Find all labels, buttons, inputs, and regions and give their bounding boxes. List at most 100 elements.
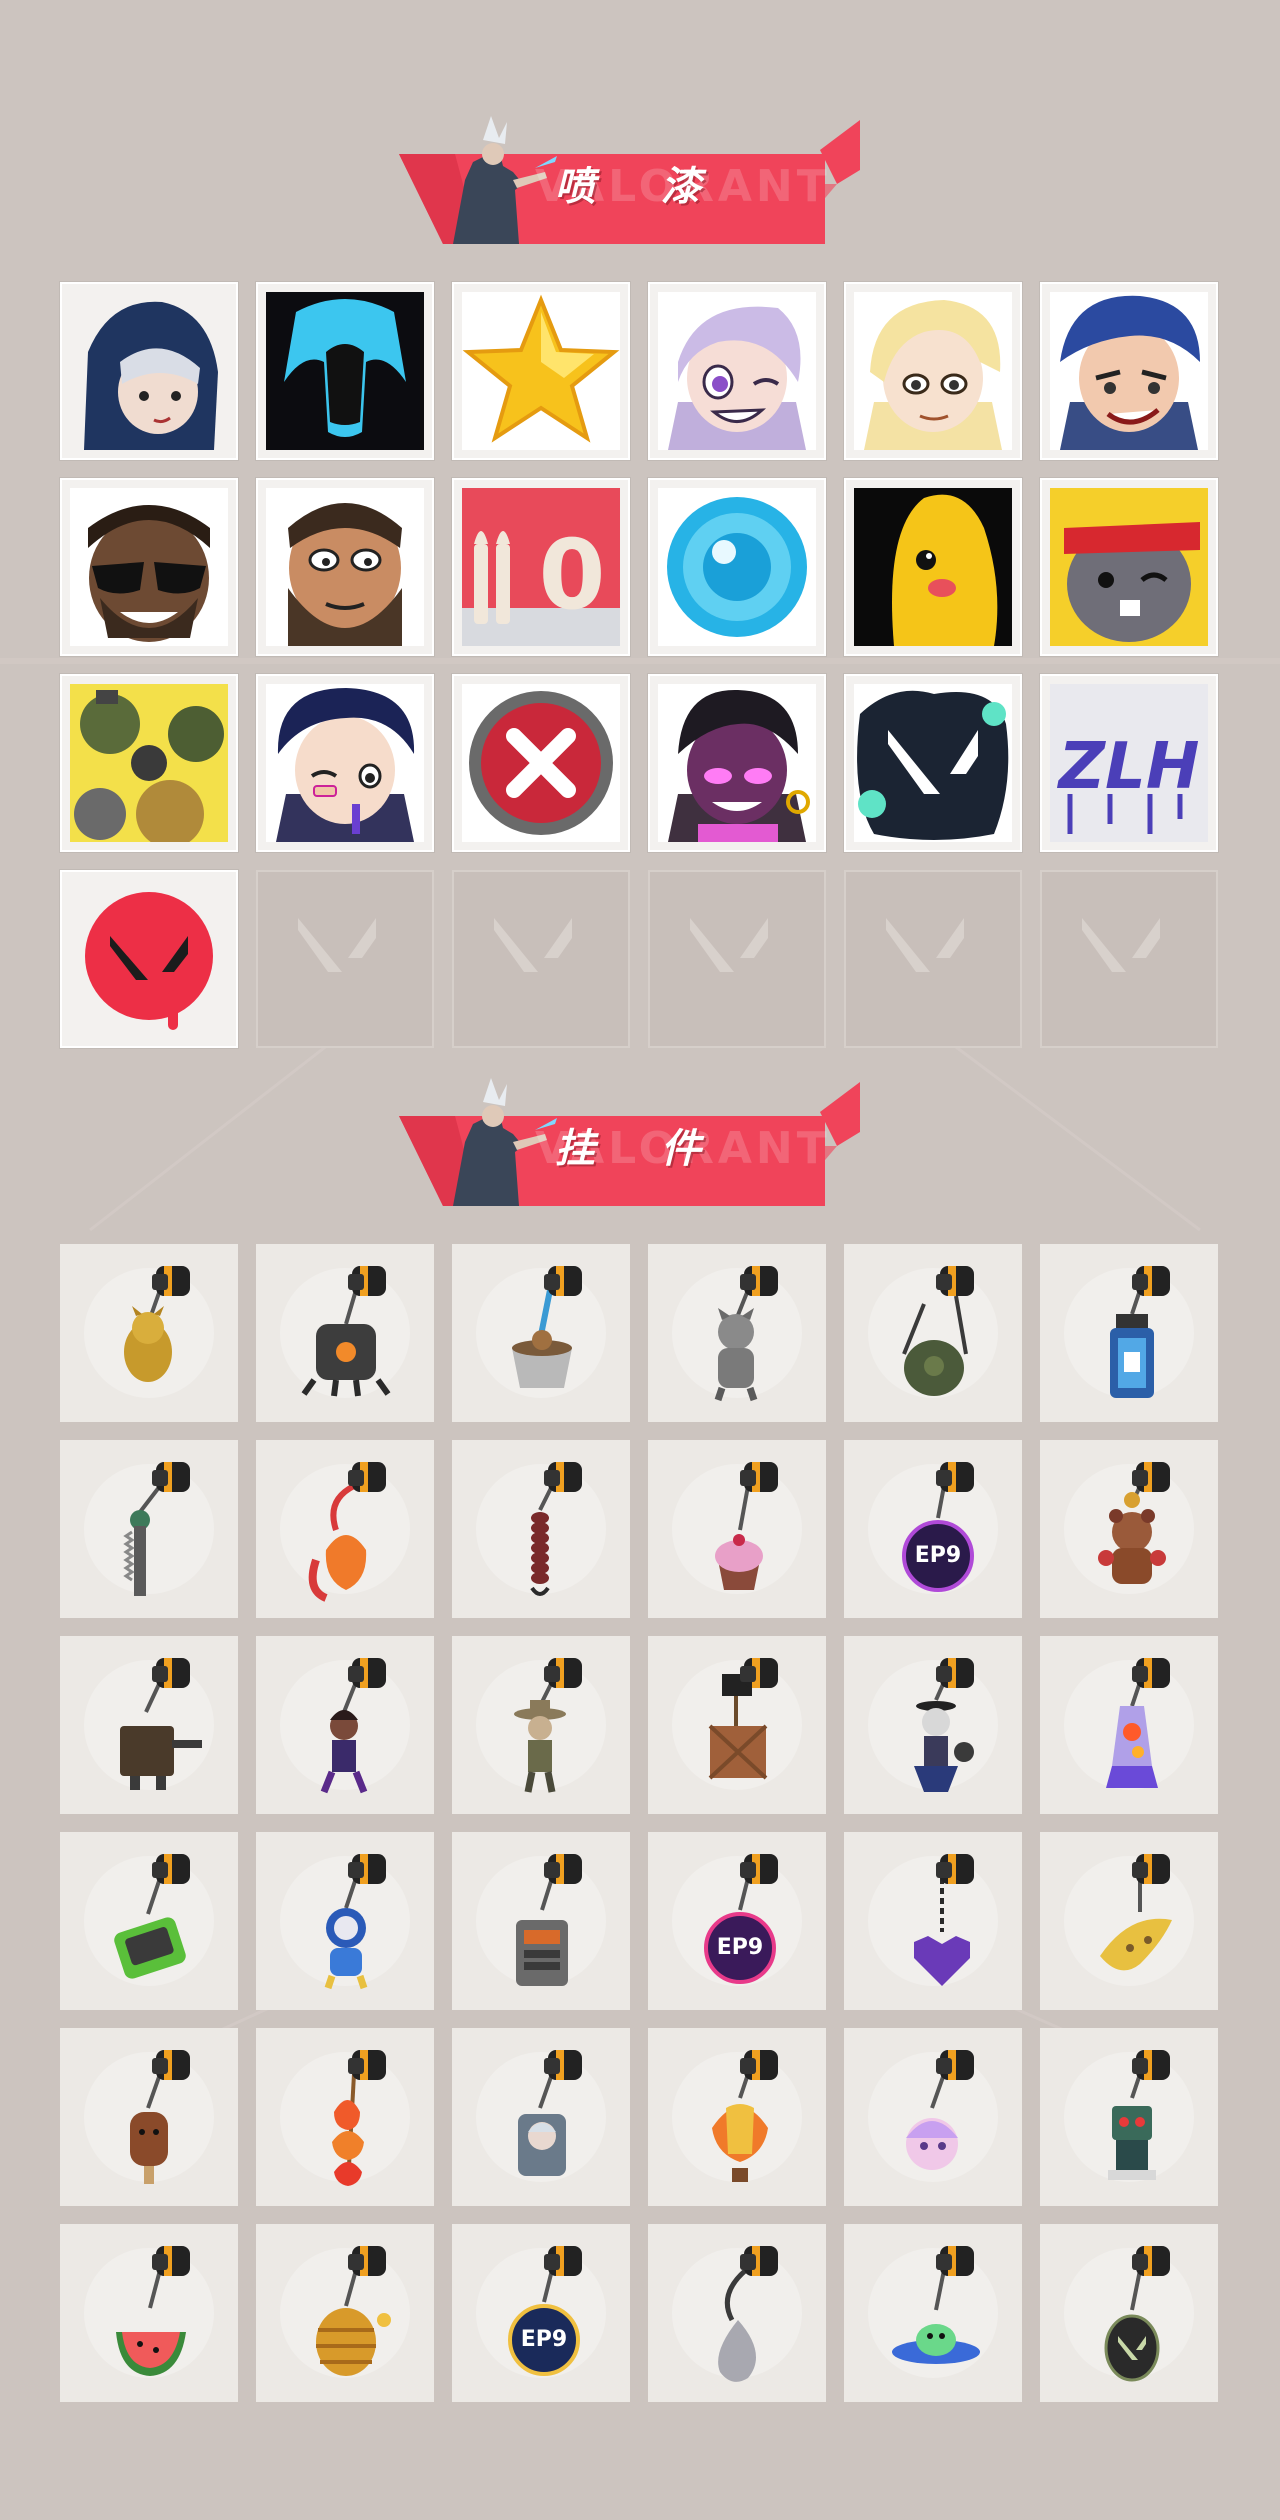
spray-slot[interactable]: 0 bbox=[452, 478, 630, 656]
buddy-slot[interactable] bbox=[648, 2224, 826, 2402]
buddy-slot[interactable] bbox=[1040, 1244, 1218, 1422]
buddy-slot[interactable] bbox=[452, 1832, 630, 2010]
spray-slot[interactable] bbox=[256, 282, 434, 460]
buddy-slot[interactable] bbox=[256, 1440, 434, 1618]
buddy-slot[interactable] bbox=[648, 2028, 826, 2206]
buddies-section-header: VALORANT 挂 件 bbox=[395, 1072, 860, 1206]
spray-slot[interactable] bbox=[1040, 282, 1218, 460]
buddy-clip-icon bbox=[1132, 1266, 1170, 1296]
spray-slot[interactable] bbox=[648, 282, 826, 460]
empty-spray-slot[interactable] bbox=[256, 870, 434, 1048]
spray-slot[interactable] bbox=[648, 674, 826, 852]
buddy-clip-icon bbox=[740, 1462, 778, 1492]
buddy-slot[interactable]: EP9 bbox=[452, 2224, 630, 2402]
buddy-clip-icon bbox=[152, 1854, 190, 1884]
buddy-slot[interactable] bbox=[60, 1636, 238, 1814]
blue-mask-spray-icon bbox=[266, 292, 424, 450]
spray-slot[interactable] bbox=[452, 282, 630, 460]
buddy-clip-icon bbox=[544, 1658, 582, 1688]
buddy-slot[interactable] bbox=[60, 1832, 238, 2010]
buddy-clip-icon bbox=[152, 2050, 190, 2080]
empty-slot-icon bbox=[650, 872, 824, 1034]
winking-girl-spray-icon bbox=[658, 292, 816, 450]
grenade-pile-spray-icon bbox=[70, 684, 228, 842]
red-x-spray-icon bbox=[462, 684, 620, 842]
svg-text:EP9: EP9 bbox=[521, 2327, 567, 2352]
buddy-clip-icon bbox=[936, 2246, 974, 2276]
glowing-eyes-agent-spray-icon bbox=[658, 684, 816, 842]
svg-text:ZLH: ZLH bbox=[1057, 730, 1200, 804]
buddy-slot[interactable] bbox=[256, 1636, 434, 1814]
empty-spray-slot[interactable] bbox=[1040, 870, 1218, 1048]
spray-slot[interactable] bbox=[256, 674, 434, 852]
spray-slot[interactable] bbox=[60, 870, 238, 1048]
empty-spray-slot[interactable] bbox=[648, 870, 826, 1048]
buddy-clip-icon bbox=[348, 1462, 386, 1492]
buddy-slot[interactable] bbox=[1040, 2224, 1218, 2402]
buddy-slot[interactable] bbox=[1040, 1832, 1218, 2010]
spray-slot[interactable] bbox=[648, 478, 826, 656]
buddy-slot[interactable] bbox=[452, 1244, 630, 1422]
buddy-slot[interactable] bbox=[452, 1636, 630, 1814]
buddy-slot[interactable] bbox=[844, 2028, 1022, 2206]
spray-slot[interactable]: ZLH bbox=[1040, 674, 1218, 852]
buddy-slot[interactable] bbox=[648, 1636, 826, 1814]
buddy-slot[interactable] bbox=[1040, 1440, 1218, 1618]
buddy-slot[interactable] bbox=[1040, 2028, 1218, 2206]
buddy-slot[interactable] bbox=[60, 1244, 238, 1422]
buddy-slot[interactable]: EP9 bbox=[844, 1440, 1022, 1618]
buddy-clip-icon bbox=[348, 2050, 386, 2080]
buddy-clip-icon bbox=[936, 1854, 974, 1884]
spray-slot[interactable] bbox=[844, 282, 1022, 460]
buddy-slot[interactable] bbox=[452, 2028, 630, 2206]
spray-slot[interactable] bbox=[60, 674, 238, 852]
buddy-clip-icon bbox=[936, 2050, 974, 2080]
buddy-clip-icon bbox=[740, 1266, 778, 1296]
buddy-slot[interactable]: EP9 bbox=[648, 1832, 826, 2010]
spray-slot[interactable] bbox=[60, 282, 238, 460]
buddy-clip-icon bbox=[936, 1462, 974, 1492]
buddy-slot[interactable] bbox=[256, 2028, 434, 2206]
red-valorant-logo-spray-icon bbox=[70, 880, 228, 1038]
buddy-slot[interactable] bbox=[648, 1244, 826, 1422]
buddy-slot[interactable] bbox=[452, 1440, 630, 1618]
buddy-slot[interactable] bbox=[844, 1832, 1022, 2010]
valorant-splatter-spray-icon bbox=[854, 684, 1012, 842]
buddy-slot[interactable] bbox=[256, 1832, 434, 2010]
buddies-section-title: 挂 件 bbox=[555, 1126, 727, 1172]
buddy-slot[interactable] bbox=[60, 2028, 238, 2206]
buddy-slot[interactable] bbox=[1040, 1636, 1218, 1814]
buddy-slot[interactable] bbox=[844, 1244, 1022, 1422]
yellow-creature-spray-icon bbox=[854, 488, 1012, 646]
buddies-grid: EP9 EP9 EP9 bbox=[60, 1244, 1220, 2404]
buddy-clip-icon bbox=[740, 2246, 778, 2276]
spray-slot[interactable] bbox=[60, 478, 238, 656]
buddy-clip-icon bbox=[740, 1854, 778, 1884]
empty-slot-icon bbox=[1042, 872, 1216, 1034]
bearded-agent-spray-icon bbox=[266, 488, 424, 646]
svg-text:EP9: EP9 bbox=[915, 1543, 961, 1568]
buddy-slot[interactable] bbox=[844, 1636, 1022, 1814]
empty-spray-slot[interactable] bbox=[844, 870, 1022, 1048]
buddy-slot[interactable] bbox=[256, 1244, 434, 1422]
buddy-clip-icon bbox=[1132, 2246, 1170, 2276]
sunglasses-agent-spray-icon bbox=[70, 488, 228, 646]
spray-slot[interactable] bbox=[844, 478, 1022, 656]
empty-spray-slot[interactable] bbox=[452, 870, 630, 1048]
buddy-slot[interactable] bbox=[844, 2224, 1022, 2402]
buddy-slot[interactable] bbox=[60, 2224, 238, 2402]
buddy-clip-icon bbox=[544, 2246, 582, 2276]
buddy-clip-icon bbox=[740, 1658, 778, 1688]
buddy-clip-icon bbox=[936, 1658, 974, 1688]
buddy-clip-icon bbox=[544, 1462, 582, 1492]
smirking-girl-spray-icon bbox=[1050, 292, 1208, 450]
buddy-slot[interactable] bbox=[256, 2224, 434, 2402]
buddy-slot[interactable] bbox=[648, 1440, 826, 1618]
buddy-clip-icon bbox=[936, 1266, 974, 1296]
spray-slot[interactable] bbox=[1040, 478, 1218, 656]
buddy-slot[interactable] bbox=[60, 1440, 238, 1618]
spray-slot[interactable] bbox=[452, 674, 630, 852]
spray-slot[interactable] bbox=[844, 674, 1022, 852]
spray-slot[interactable] bbox=[256, 478, 434, 656]
blonde-girl-spray-icon bbox=[854, 292, 1012, 450]
